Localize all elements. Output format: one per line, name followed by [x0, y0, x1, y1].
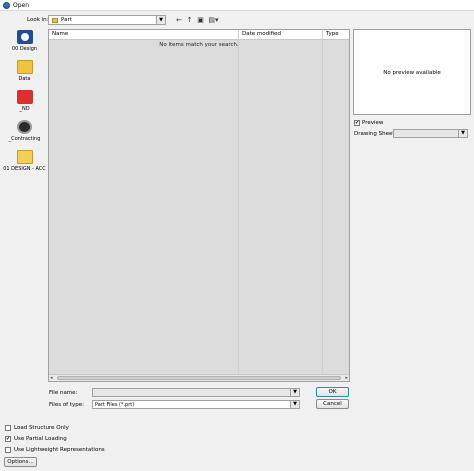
ok-button[interactable]: OK [316, 387, 349, 397]
place-contracting[interactable]: _Contracting [3, 120, 46, 142]
drawing-sheet-label: Drawing Sheet [354, 131, 395, 137]
file-type-dropdown[interactable]: Part Files (*.prt) ▼ [92, 400, 300, 409]
list-header: Name Date modified Type [49, 30, 349, 40]
chevron-down-icon[interactable]: ▼ [458, 130, 467, 137]
file-type-value: Part Files (*.prt) [95, 402, 135, 408]
place-00-design[interactable]: 00 Design [3, 30, 46, 52]
column-date-modified[interactable]: Date modified [242, 31, 281, 37]
folder-icon [16, 150, 33, 164]
file-list[interactable]: Name Date modified Type No items match y… [48, 29, 350, 382]
lookin-dropdown[interactable]: Part ▼ [48, 15, 166, 25]
folder-icon [16, 60, 33, 74]
place-nd[interactable]: _ND [3, 90, 46, 112]
column-type[interactable]: Type [326, 31, 339, 37]
up-folder-icon[interactable]: ↑ [185, 15, 194, 25]
file-name-label: File name: [49, 390, 78, 396]
gear-icon [17, 120, 32, 134]
scroll-right-icon[interactable]: ▸ [345, 375, 348, 381]
design-icon [16, 30, 33, 44]
views-menu-icon[interactable]: ▤▾ [207, 15, 220, 25]
place-label: 00 Design [11, 46, 38, 52]
preview-label: Preview [362, 120, 384, 126]
place-label: Data [18, 76, 31, 82]
place-01-design-acc[interactable]: 01 DESIGN - ACC [3, 150, 46, 172]
use-partial-loading-label: Use Partial Loading [14, 436, 67, 442]
use-partial-loading-checkbox[interactable]: ✔ [5, 436, 11, 442]
lookin-label: Look in: [27, 17, 49, 23]
column-divider[interactable] [322, 30, 323, 373]
preview-checkbox[interactable]: ✔ [354, 120, 360, 126]
app-icon [16, 90, 33, 104]
cancel-button[interactable]: Cancel [316, 399, 349, 409]
place-label: _Contracting [8, 136, 41, 142]
use-lightweight-representations-label: Use Lightweight Representations [14, 447, 105, 453]
preview-pane: No preview available [353, 29, 471, 115]
new-folder-icon[interactable]: ▣ [196, 15, 205, 25]
preview-message: No preview available [383, 70, 441, 76]
back-icon[interactable]: ← [175, 15, 183, 25]
use-lightweight-representations-checkbox[interactable] [5, 447, 11, 453]
scrollbar-thumb[interactable] [57, 376, 341, 380]
title-bar: Open [0, 0, 474, 11]
place-label: _ND [19, 106, 30, 112]
column-name[interactable]: Name [52, 31, 68, 37]
window-title: Open [13, 2, 30, 9]
drawing-sheet-dropdown[interactable]: ▼ [393, 129, 468, 138]
scroll-left-icon[interactable]: ◂ [50, 375, 53, 381]
file-name-input[interactable]: ▼ [92, 388, 300, 397]
lookin-value: Part [61, 17, 72, 23]
load-structure-only-label: Load Structure Only [14, 425, 69, 431]
empty-message: No items match your search. [159, 42, 239, 48]
place-label: 01 DESIGN - ACC [3, 166, 46, 172]
column-divider[interactable] [238, 30, 239, 373]
chevron-down-icon[interactable]: ▼ [290, 401, 299, 408]
folder-icon [52, 18, 58, 23]
options-button[interactable]: Options... [4, 457, 37, 467]
load-structure-only-checkbox[interactable] [5, 425, 11, 431]
chevron-down-icon[interactable]: ▼ [156, 16, 165, 24]
horizontal-scrollbar[interactable]: ◂ ▸ [49, 374, 349, 381]
file-type-label: Files of type: [49, 402, 85, 408]
app-logo-icon [3, 2, 10, 9]
place-data[interactable]: Data [3, 60, 46, 82]
places-bar: 00 Design Data _ND _Contracting 01 DESIG… [3, 28, 46, 408]
chevron-down-icon[interactable]: ▼ [290, 389, 299, 396]
